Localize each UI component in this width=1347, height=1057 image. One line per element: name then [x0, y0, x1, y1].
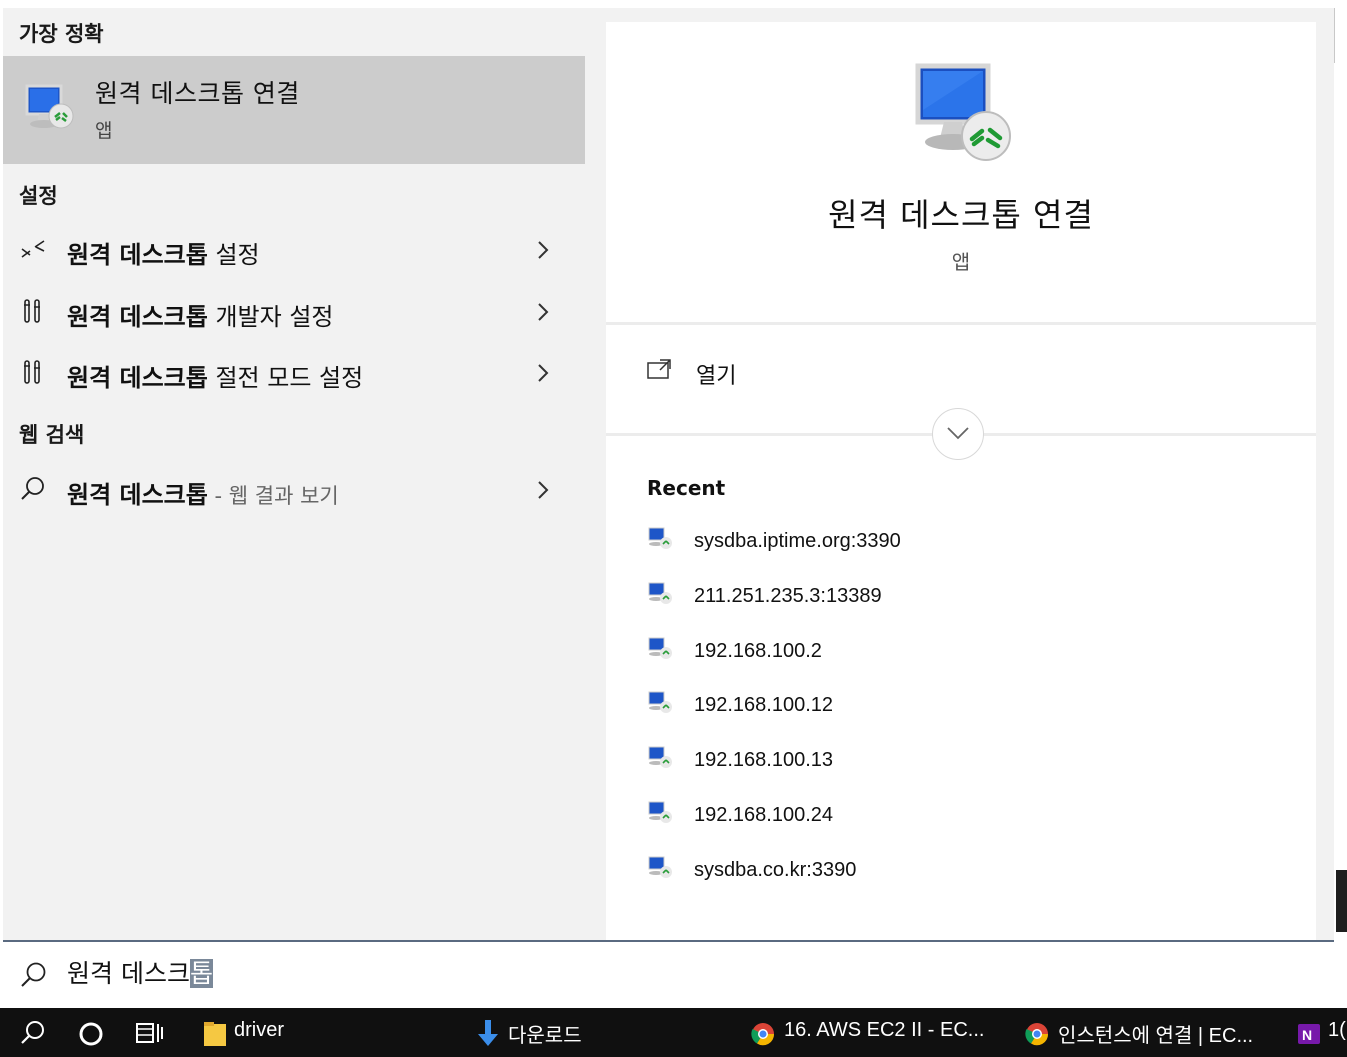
web-search-header: 웹 검색: [19, 423, 85, 447]
recent-item-label: 192.168.100.2: [694, 640, 822, 662]
onenote-icon[interactable]: N: [1296, 1018, 1322, 1048]
frame-dark-edge: [1336, 870, 1347, 932]
search-results-panel: 가장 정확 원격 데스크톱 연결 앱 설정 원격 데스크톱 설정 원격 데스크톱…: [3, 8, 585, 940]
expand-button[interactable]: [932, 408, 984, 460]
remote-desktop-icon: [648, 637, 672, 659]
remote-desktop-icon: [648, 527, 672, 549]
settings-item-remote-desktop[interactable]: 원격 데스크톱 설정: [3, 221, 585, 279]
window-frame-top: [0, 0, 1347, 8]
app-title: 원격 데스크톱 연결: [828, 196, 1094, 234]
recent-item-label: 192.168.100.24: [694, 804, 834, 826]
recent-item[interactable]: 192.168.100.12: [646, 690, 1246, 730]
recent-item[interactable]: 192.168.100.2: [646, 636, 1246, 676]
open-button[interactable]: 열기: [646, 354, 946, 394]
remote-settings-icon: [21, 240, 45, 258]
search-box[interactable]: 원격 데스크톱: [3, 940, 1334, 1007]
open-label: 열기: [696, 364, 737, 389]
taskbar-onenote-label[interactable]: 1(: [1328, 1019, 1346, 1042]
panel-gap-top: [606, 8, 1334, 22]
remote-desktop-icon: [648, 746, 672, 768]
best-match-item[interactable]: 원격 데스크톱 연결 앱: [3, 56, 585, 164]
recent-item-label: 192.168.100.13: [694, 749, 834, 771]
remote-desktop-icon: [648, 856, 672, 878]
tools-icon: [24, 299, 40, 323]
app-preview-panel: 원격 데스크톱 연결 앱 열기 Recent sysdba.iptime.org…: [606, 22, 1316, 940]
recent-header: Recent: [647, 476, 726, 500]
recent-item[interactable]: 192.168.100.24: [646, 800, 1246, 840]
recent-item[interactable]: sysdba.iptime.org:3390: [646, 526, 1246, 566]
search-icon[interactable]: [18, 1018, 48, 1048]
divider: [606, 322, 1316, 325]
panel-gap: [585, 8, 606, 940]
web-search-label: 원격 데스크톱 - 웹 결과 보기: [67, 481, 339, 509]
tools-icon: [24, 360, 40, 384]
remote-desktop-icon: [648, 582, 672, 604]
cortana-icon[interactable]: [76, 1018, 106, 1048]
taskbar: driver 다운로드 16. AWS EC2 II - EC... 인스턴스에…: [0, 1008, 1347, 1057]
chevron-right-icon: [538, 241, 549, 259]
best-match-subtitle: 앱: [95, 120, 113, 142]
taskbar-folder-label[interactable]: driver: [234, 1019, 284, 1042]
chevron-down-icon: [947, 427, 969, 440]
svg-text:N: N: [1302, 1027, 1312, 1043]
remote-desktop-icon: [25, 84, 74, 129]
frame-line: [1334, 8, 1335, 63]
search-icon: [21, 962, 46, 987]
chevron-right-icon: [538, 303, 549, 321]
recent-item-label: 211.251.235.3:13389: [694, 585, 882, 607]
remote-desktop-icon: [648, 801, 672, 823]
recent-item[interactable]: sysdba.co.kr:3390: [646, 855, 1246, 895]
settings-item-label: 원격 데스크톱 절전 모드 설정: [67, 364, 364, 392]
taskbar-downloads-label[interactable]: 다운로드: [508, 1019, 582, 1048]
open-icon: [647, 359, 671, 379]
settings-item-developer[interactable]: 원격 데스크톱 개발자 설정: [3, 283, 585, 341]
best-match-title: 원격 데스크톱 연결: [95, 79, 300, 108]
task-view-icon[interactable]: [134, 1018, 168, 1048]
chevron-right-icon: [538, 364, 549, 382]
chrome-icon[interactable]: [750, 1018, 776, 1048]
window-frame-right: [1334, 0, 1347, 1008]
chrome-icon[interactable]: [1024, 1018, 1050, 1048]
settings-item-sleep[interactable]: 원격 데스크톱 절전 모드 설정: [3, 344, 585, 402]
chevron-right-icon: [538, 481, 549, 499]
taskbar-chrome-tab-1[interactable]: 16. AWS EC2 II - EC...: [784, 1019, 984, 1042]
search-input[interactable]: 원격 데스크톱: [67, 954, 213, 990]
recent-item-label: sysdba.co.kr:3390: [694, 859, 857, 881]
best-match-header: 가장 정확: [19, 22, 104, 46]
remote-desktop-icon: [648, 691, 672, 713]
recent-item-label: sysdba.iptime.org:3390: [694, 530, 901, 552]
recent-item[interactable]: 192.168.100.13: [646, 745, 1246, 785]
search-icon: [21, 477, 44, 500]
settings-header: 설정: [19, 184, 58, 208]
search-input-selection: 톱: [189, 959, 213, 988]
remote-desktop-icon: [915, 63, 1011, 161]
app-subtitle: 앱: [951, 250, 971, 274]
web-search-item[interactable]: 원격 데스크톱 - 웹 결과 보기: [3, 461, 585, 519]
settings-item-label: 원격 데스크톱 설정: [67, 241, 260, 269]
recent-item[interactable]: 211.251.235.3:13389: [646, 581, 1246, 621]
folder-icon[interactable]: [202, 1018, 228, 1048]
panel-gap-right: [1316, 8, 1334, 940]
recent-item-label: 192.168.100.12: [694, 694, 834, 716]
download-arrow-icon[interactable]: [474, 1018, 502, 1048]
settings-item-label: 원격 데스크톱 개발자 설정: [67, 303, 334, 331]
taskbar-chrome-tab-2[interactable]: 인스턴스에 연결 | EC...: [1058, 1019, 1253, 1048]
